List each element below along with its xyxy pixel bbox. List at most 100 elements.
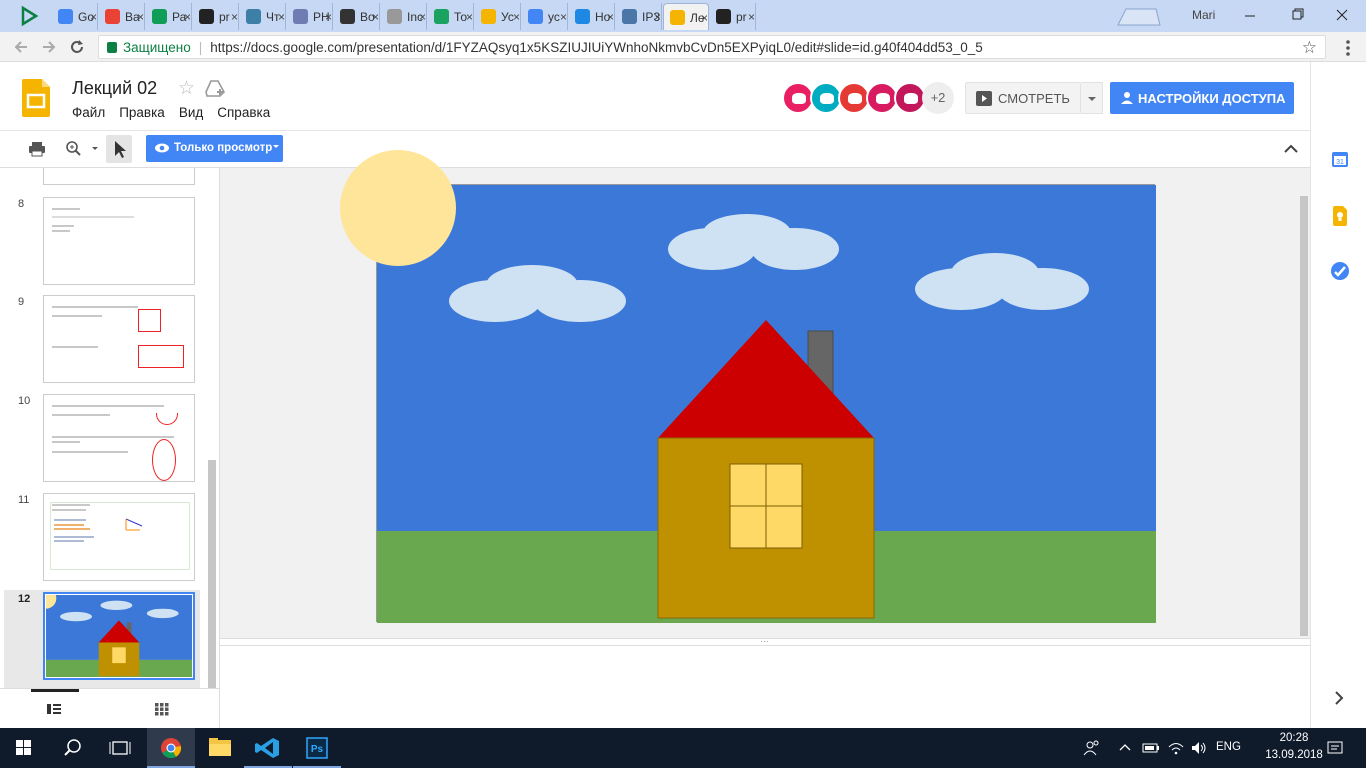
slide-number: 9: [18, 296, 25, 308]
bookmark-star-icon[interactable]: ☆: [1302, 38, 1317, 58]
close-tab-icon[interactable]: ×: [372, 10, 379, 24]
browser-tab[interactable]: pr ×: [193, 3, 239, 30]
browser-tab[interactable]: Ра ×: [146, 3, 192, 30]
restore-button[interactable]: [1287, 6, 1307, 24]
close-tab-icon[interactable]: ×: [701, 11, 708, 25]
file-explorer-icon[interactable]: [196, 728, 244, 768]
chevron-down-icon: [273, 145, 279, 149]
close-tab-icon[interactable]: ×: [419, 10, 426, 24]
search-icon[interactable]: [48, 728, 96, 768]
move-to-drive-icon[interactable]: [205, 79, 225, 97]
notifications-icon[interactable]: [1326, 740, 1344, 756]
present-button[interactable]: СМОТРЕТЬ: [965, 82, 1081, 114]
select-tool-icon[interactable]: [106, 135, 132, 163]
browser-menu-icon[interactable]: [1340, 38, 1356, 58]
browser-tab[interactable]: То ×: [428, 3, 474, 30]
new-tab-button[interactable]: [1112, 8, 1164, 26]
present-options-button[interactable]: [1081, 82, 1103, 114]
clock-time[interactable]: 20:28: [1264, 732, 1324, 744]
minimize-button[interactable]: [1240, 6, 1260, 24]
slide-thumbnail-9[interactable]: [43, 295, 195, 383]
profile-name[interactable]: Mari: [1192, 8, 1215, 22]
star-icon[interactable]: ☆: [178, 77, 195, 100]
url-text[interactable]: https://docs.google.com/presentation/d/1…: [210, 40, 983, 55]
collaborators-more[interactable]: +2: [922, 82, 954, 114]
close-tab-icon[interactable]: ×: [184, 10, 191, 24]
slides-logo-icon[interactable]: [22, 79, 50, 117]
volume-icon[interactable]: [1190, 740, 1208, 756]
browser-tab[interactable]: IP3 ×: [616, 3, 662, 30]
speaker-notes-divider[interactable]: ···: [220, 636, 1310, 646]
reload-icon[interactable]: [68, 38, 86, 56]
calendar-icon[interactable]: 31: [1331, 150, 1349, 168]
check-icon: [434, 9, 449, 24]
photoshop-icon[interactable]: Ps: [293, 728, 341, 768]
windows-start-icon[interactable]: [0, 728, 48, 768]
slide-canvas[interactable]: [340, 150, 1156, 623]
keep-icon[interactable]: [1332, 206, 1348, 226]
close-tab-icon[interactable]: ×: [466, 10, 473, 24]
document-title[interactable]: Лекций 02: [72, 78, 157, 99]
sheets-icon: [152, 9, 167, 24]
close-tab-icon[interactable]: ×: [90, 10, 97, 24]
browser-tab[interactable]: Go ×: [52, 3, 98, 30]
wifi-icon[interactable]: [1167, 740, 1185, 756]
play-store-icon[interactable]: [18, 5, 40, 27]
people-icon[interactable]: [1082, 738, 1102, 758]
expand-panel-icon[interactable]: [1331, 690, 1347, 706]
share-button[interactable]: НАСТРОЙКИ ДОСТУПА: [1110, 82, 1294, 114]
browser-tab[interactable]: pr ×: [710, 3, 756, 30]
slide-thumbnail-8[interactable]: [43, 197, 195, 285]
github-icon: [199, 9, 214, 24]
task-view-icon[interactable]: [96, 728, 144, 768]
browser-tab[interactable]: ус ×: [522, 3, 568, 30]
slide-thumbnail-11[interactable]: [43, 493, 195, 581]
collapse-toolbar-icon[interactable]: [1282, 141, 1300, 157]
browser-tab[interactable]: Во ×: [334, 3, 380, 30]
menu-item[interactable]: Правка: [119, 105, 165, 120]
tab-title: pr: [219, 10, 230, 24]
close-tab-icon[interactable]: ×: [560, 10, 567, 24]
slide-thumbnail-7[interactable]: [43, 168, 195, 185]
grid-view-icon[interactable]: [154, 702, 170, 716]
menu-item[interactable]: Вид: [179, 105, 203, 120]
omnibox[interactable]: Защищено | https://docs.google.com/present…: [98, 35, 1326, 59]
menu-item[interactable]: Справка: [217, 105, 270, 120]
filmstrip-scrollbar[interactable]: [208, 460, 216, 688]
view-only-mode-button[interactable]: Только просмотр: [146, 135, 283, 162]
battery-icon[interactable]: [1142, 741, 1160, 755]
language-indicator[interactable]: ENG: [1216, 741, 1241, 753]
browser-tab[interactable]: PH ×: [287, 3, 333, 30]
filmstrip-view-icon[interactable]: [46, 702, 62, 716]
vscode-icon[interactable]: [244, 728, 292, 768]
slide-thumbnail-12[interactable]: [43, 592, 195, 680]
browser-tab[interactable]: Ва ×: [99, 3, 145, 30]
clock-date[interactable]: 13.09.2018: [1252, 749, 1336, 761]
back-icon[interactable]: [12, 38, 30, 56]
close-tab-icon[interactable]: ×: [231, 10, 238, 24]
browser-tab[interactable]: Ус ×: [475, 3, 521, 30]
close-tab-icon[interactable]: ×: [654, 10, 661, 24]
speaker-notes[interactable]: [220, 645, 1310, 728]
close-tab-icon[interactable]: ×: [137, 10, 144, 24]
close-tab-icon[interactable]: ×: [278, 10, 285, 24]
animal-icon: [904, 93, 918, 104]
tray-expand-icon[interactable]: [1118, 740, 1132, 754]
slide-thumbnail-10[interactable]: [43, 394, 195, 482]
tasks-icon[interactable]: [1330, 261, 1350, 281]
canvas-scrollbar[interactable]: [1300, 196, 1308, 636]
close-window-button[interactable]: [1332, 6, 1352, 24]
close-tab-icon[interactable]: ×: [748, 10, 755, 24]
print-icon[interactable]: [28, 141, 46, 157]
browser-tab[interactable]: Inc ×: [381, 3, 427, 30]
close-tab-icon[interactable]: ×: [607, 10, 614, 24]
menu-item[interactable]: Файл: [72, 105, 105, 120]
zoom-icon[interactable]: [64, 140, 100, 158]
browser-tab[interactable]: Но ×: [569, 3, 615, 30]
browser-tab[interactable]: Ле ×: [663, 3, 709, 30]
close-tab-icon[interactable]: ×: [513, 10, 520, 24]
close-tab-icon[interactable]: ×: [325, 10, 332, 24]
browser-tab[interactable]: Чт ×: [240, 3, 286, 30]
forward-icon[interactable]: [40, 38, 58, 56]
chrome-taskbar-icon[interactable]: [147, 728, 195, 768]
